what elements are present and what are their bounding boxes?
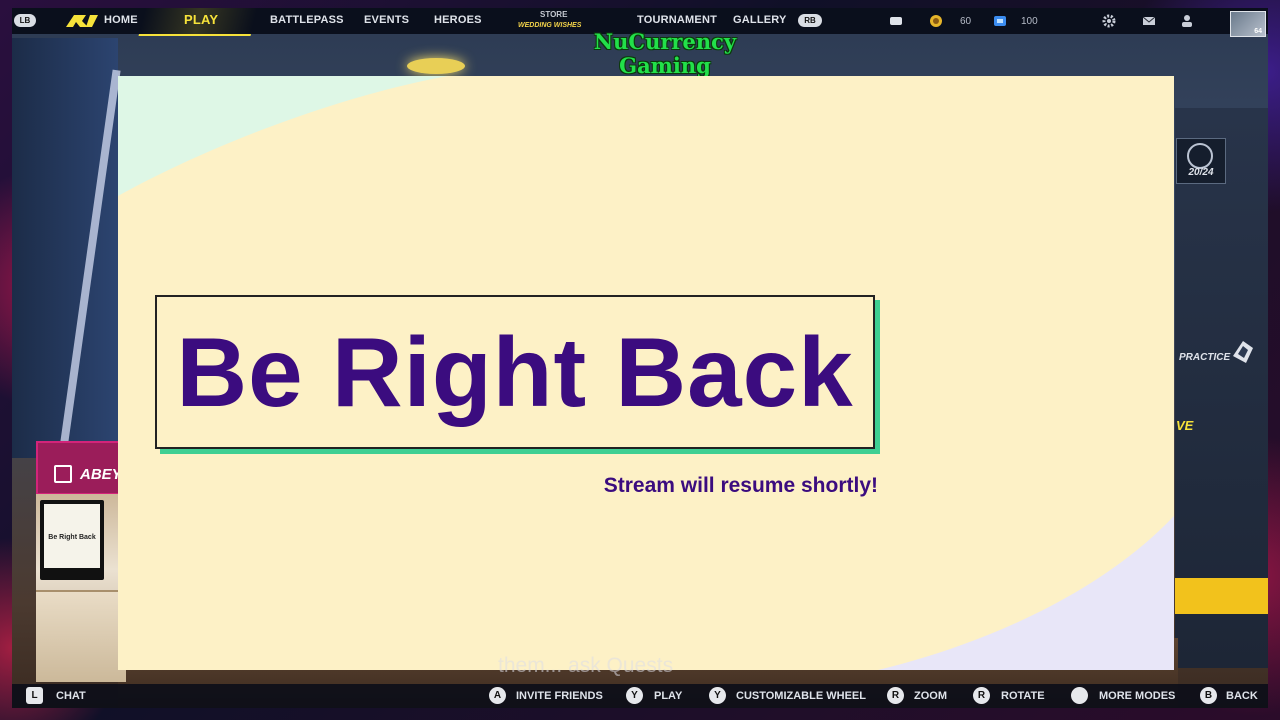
customizable-wheel-action[interactable]: CUSTOMIZABLE WHEEL xyxy=(736,690,866,702)
y-button-icon-2[interactable]: Y xyxy=(709,687,726,704)
mail-icon[interactable] xyxy=(1142,14,1156,28)
nav-battlepass[interactable]: BATTLEPASS xyxy=(270,14,344,26)
nav-events[interactable]: EVENTS xyxy=(364,14,409,26)
lb-button-hint[interactable]: LB xyxy=(14,14,36,27)
invite-friends-action[interactable]: INVITE FRIENDS xyxy=(516,690,603,702)
nav-home[interactable]: HOME xyxy=(104,14,138,26)
back-action[interactable]: BACK xyxy=(1226,690,1258,702)
webcam-monitor-text: Be Right Back xyxy=(44,504,100,568)
webcam-shelf xyxy=(36,590,126,682)
controller-r-icon xyxy=(890,17,902,25)
scene-wall xyxy=(12,38,118,458)
blue-gem-icon xyxy=(994,16,1006,26)
r-stick-rotate-icon[interactable]: R xyxy=(973,687,990,704)
gold-coin-icon xyxy=(930,15,942,27)
game-logo-icon xyxy=(66,15,98,27)
chat-button-hint[interactable]: L xyxy=(26,687,43,704)
blue-currency-count: 100 xyxy=(1021,16,1038,27)
friends-icon[interactable] xyxy=(1180,14,1194,28)
rotate-action[interactable]: ROTATE xyxy=(1001,690,1045,702)
brb-title-box: Be Right Back xyxy=(155,295,875,449)
play-action[interactable]: PLAY xyxy=(654,690,682,702)
rb-button-hint[interactable]: RB xyxy=(798,14,822,27)
practice-mode-label[interactable]: PRACTICE xyxy=(1179,352,1230,363)
webcam-name-badge: ABEY xyxy=(36,441,130,495)
watermark-line-1: NuCurrency xyxy=(593,29,737,54)
brb-subtitle: Stream will resume shortly! xyxy=(603,474,878,497)
a-button-icon[interactable]: A xyxy=(489,687,506,704)
zoom-action[interactable]: ZOOM xyxy=(914,690,947,702)
nav-store[interactable]: STORE xyxy=(540,10,567,19)
webcam-monitor: Be Right Back xyxy=(40,500,104,580)
store-promo-label: WEDDING WISHES xyxy=(518,22,582,29)
nav-heroes[interactable]: HEROES xyxy=(434,14,482,26)
be-right-back-card: Be Right Back Stream will resume shortly… xyxy=(118,76,1174,670)
r-stick-icon[interactable]: R xyxy=(887,687,904,704)
webcam-feed: Be Right Back xyxy=(36,494,126,682)
b-button-icon[interactable]: B xyxy=(1200,687,1217,704)
practice-mode-icon[interactable] xyxy=(1232,340,1254,364)
nav-gallery[interactable]: GALLERY xyxy=(733,14,787,26)
channel-watermark-logo: NuCurrency Gaming xyxy=(520,30,810,78)
bottom-controls-bar: L CHAT A INVITE FRIENDS Y PLAY Y CUSTOMI… xyxy=(12,684,1268,708)
chat-label[interactable]: CHAT xyxy=(56,690,86,702)
gold-currency-count: 60 xyxy=(960,16,972,27)
twitch-icon xyxy=(54,465,72,483)
view-button-icon[interactable] xyxy=(1071,687,1088,704)
channel-name: ABEY xyxy=(80,466,122,483)
stream-frame: LB HOME PLAY BATTLEPASS EVENTS HEROES ST… xyxy=(0,0,1280,720)
brb-title: Be Right Back xyxy=(176,316,854,427)
right-yellow-bar xyxy=(1175,578,1268,614)
more-modes-action[interactable]: MORE MODES xyxy=(1099,690,1175,702)
ceiling-lamp xyxy=(407,58,465,74)
game-caption-text: them... ask Quests xyxy=(498,654,674,677)
nav-play[interactable]: PLAY xyxy=(184,12,218,27)
y-button-icon[interactable]: Y xyxy=(626,687,643,704)
trophy-progress-text: 20/24 xyxy=(1188,167,1214,178)
nav-tournament[interactable]: TOURNAMENT xyxy=(637,14,717,26)
settings-gear-icon[interactable] xyxy=(1102,14,1116,28)
player-avatar[interactable]: 64 xyxy=(1230,11,1266,37)
trophy-progress-widget[interactable]: 20/24 xyxy=(1176,138,1226,184)
mode-label-fragment: VE xyxy=(1176,418,1194,433)
watermark-line-2: Gaming xyxy=(619,53,711,78)
trophy-icon xyxy=(1187,143,1213,169)
player-level-badge: 64 xyxy=(1254,28,1262,35)
